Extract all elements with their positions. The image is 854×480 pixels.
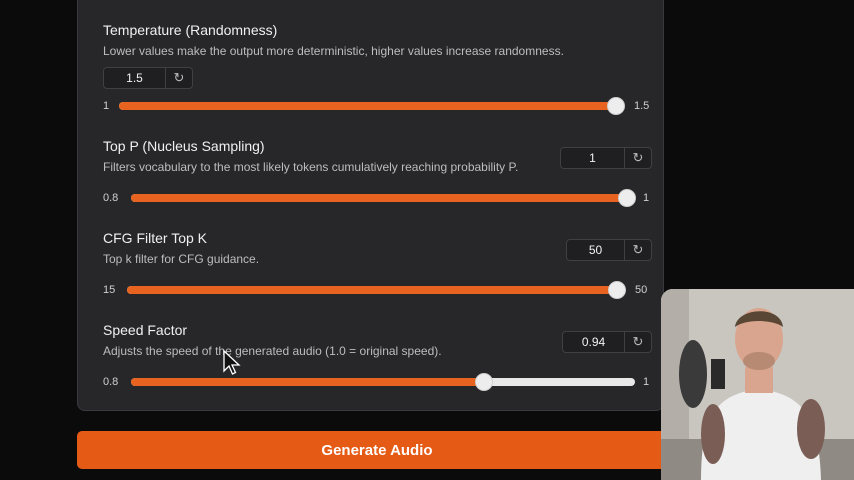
presenter-video-icon	[661, 289, 854, 480]
top-p-slider-fill	[131, 194, 627, 202]
temperature-value[interactable]: 1.5	[104, 68, 166, 88]
temperature-slider[interactable]	[119, 97, 625, 115]
cfg-top-k-min-label: 15	[103, 284, 116, 296]
reset-icon[interactable]: ↻	[166, 70, 192, 86]
cfg-top-k-input[interactable]: 50 ↻	[566, 239, 652, 261]
speed-factor-min-label: 0.8	[103, 376, 119, 388]
webcam-overlay	[661, 289, 854, 480]
temperature-description: Lower values make the output more determ…	[103, 44, 564, 58]
temperature-input[interactable]: 1.5 ↻	[103, 67, 193, 89]
temperature-max-label: 1.5	[634, 100, 650, 112]
cfg-top-k-slider-fill	[127, 286, 617, 294]
speed-factor-slider-fill	[131, 378, 484, 386]
temperature-slider-fill	[119, 102, 616, 110]
cfg-top-k-description: Top k filter for CFG guidance.	[103, 252, 260, 266]
reset-icon[interactable]: ↻	[625, 150, 651, 166]
speed-factor-slider[interactable]	[131, 373, 635, 391]
speed-factor-slider-thumb[interactable]	[474, 373, 493, 391]
top-p-min-label: 0.8	[103, 192, 119, 204]
reset-icon[interactable]: ↻	[625, 334, 651, 350]
speed-factor-value[interactable]: 0.94	[563, 332, 625, 352]
temperature-min-label: 1	[103, 100, 110, 112]
generate-audio-button[interactable]: Generate Audio	[77, 431, 677, 469]
temperature-slider-thumb[interactable]	[607, 97, 625, 115]
cfg-top-k-title: CFG Filter Top K	[103, 230, 207, 246]
cfg-top-k-value[interactable]: 50	[567, 240, 625, 260]
top-p-title: Top P (Nucleus Sampling)	[103, 138, 265, 154]
top-p-value[interactable]: 1	[561, 148, 625, 168]
top-p-slider[interactable]	[131, 189, 636, 207]
cfg-top-k-slider-thumb[interactable]	[608, 281, 626, 299]
top-p-description: Filters vocabulary to the most likely to…	[103, 160, 519, 174]
mouse-cursor-icon	[223, 350, 241, 375]
cfg-top-k-slider[interactable]	[127, 281, 626, 299]
temperature-title: Temperature (Randomness)	[103, 22, 278, 38]
speed-factor-description: Adjusts the speed of the generated audio…	[103, 344, 442, 358]
top-p-slider-thumb[interactable]	[618, 189, 636, 207]
top-p-max-label: 1	[643, 192, 650, 204]
top-p-input[interactable]: 1 ↻	[560, 147, 652, 169]
speed-factor-title: Speed Factor	[103, 322, 188, 338]
speed-factor-input[interactable]: 0.94 ↻	[562, 331, 652, 353]
reset-icon[interactable]: ↻	[625, 242, 651, 258]
cfg-top-k-max-label: 50	[635, 284, 648, 296]
speed-factor-max-label: 1	[643, 376, 650, 388]
